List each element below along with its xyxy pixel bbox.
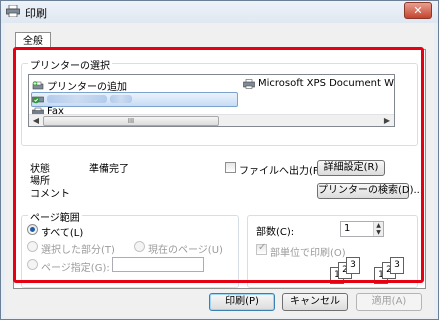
horizontal-scrollbar[interactable]: ◀ III ▶ [29, 114, 394, 126]
window-title: 印刷 [25, 7, 47, 20]
copies-input[interactable]: 1 ▲ ▼ [340, 221, 384, 237]
page-range-radio[interactable] [27, 259, 38, 270]
scrollbar-thumb[interactable]: III [43, 116, 219, 126]
spin-up-icon[interactable]: ▲ [374, 222, 383, 229]
printer-name-blurred [47, 95, 107, 103]
collate-checkbox[interactable] [256, 242, 267, 255]
default-printer-icon [32, 96, 44, 104]
collate-page: 3 [390, 257, 404, 274]
comment-label: コメント [30, 189, 70, 200]
find-printer-button[interactable]: プリンターの検索(D)... [317, 183, 423, 199]
current-page-label: 現在のページ(U) [148, 245, 223, 256]
copies-group: 部数(C): 1 ▲ ▼ 部単位で印刷(O) 1 2 3 1 [247, 215, 418, 288]
print-to-file-label: ファイルへ出力(F) [239, 166, 323, 177]
page-range-group: ページ範囲 すべて(L) 選択した部分(T) 現在のページ(U) ページ指定(G… [21, 209, 239, 288]
printer-icon [6, 5, 20, 17]
add-printer-icon [32, 80, 44, 89]
print-button[interactable]: 印刷(P) [209, 293, 275, 311]
copies-value: 1 [344, 223, 351, 234]
apply-button[interactable]: 適用(A) [356, 293, 422, 311]
printer-icon [243, 78, 255, 89]
collate-page: 3 [346, 257, 360, 274]
scroll-right-icon[interactable]: ▶ [381, 116, 393, 126]
all-pages-label: すべて(L) [41, 228, 84, 239]
title-bar: 印刷 ✕ [1, 1, 438, 23]
printer-name-blurred [110, 95, 132, 103]
status-value: 準備完了 [89, 164, 129, 175]
add-printer-label: プリンターの追加 [47, 82, 127, 93]
copies-label: 部数(C): [256, 227, 295, 238]
copies-stepper[interactable]: ▲ ▼ [373, 222, 383, 236]
dialog-client: 全般 プリンターの選択 プリンターの追加 Microsoft XPS Docum… [5, 23, 434, 317]
page-range-input[interactable] [112, 257, 204, 272]
collate-label: 部単位で印刷(O) [270, 248, 346, 259]
all-pages-radio[interactable] [27, 224, 38, 235]
tab-general[interactable]: 全般 [15, 32, 51, 50]
close-button[interactable]: ✕ [404, 2, 432, 19]
general-tab-panel: プリンターの選択 プリンターの追加 Microsoft XPS Document… [13, 49, 426, 289]
list-item-add-printer[interactable]: プリンターの追加 [32, 78, 127, 93]
printer-list[interactable]: プリンターの追加 Microsoft XPS Document Write [28, 74, 395, 127]
preferences-button[interactable]: 詳細設定(R) [317, 160, 385, 176]
selection-label: 選択した部分(T) [41, 245, 115, 256]
current-page-radio[interactable] [134, 241, 145, 252]
xps-printer-label: Microsoft XPS Document Write [258, 78, 394, 89]
page-range-label: ページ範囲 [28, 209, 82, 224]
page-range-label-text: ページ指定(G): [41, 263, 110, 274]
printer-select-label: プリンターの選択 [28, 57, 112, 72]
list-item-xps-printer[interactable]: Microsoft XPS Document Write [243, 78, 394, 89]
spin-down-icon[interactable]: ▼ [374, 229, 383, 236]
cancel-button[interactable]: キャンセル [282, 293, 348, 311]
scroll-left-icon[interactable]: ◀ [30, 116, 42, 126]
printer-select-group: プリンターの選択 プリンターの追加 Microsoft XPS Document… [21, 57, 418, 146]
print-dialog: 印刷 ✕ 全般 プリンターの選択 プリンターの追加 Microsoft XPS … [0, 0, 439, 320]
print-to-file-checkbox[interactable] [225, 162, 236, 173]
list-item-selected-printer[interactable] [32, 94, 132, 104]
selection-radio[interactable] [27, 241, 38, 252]
